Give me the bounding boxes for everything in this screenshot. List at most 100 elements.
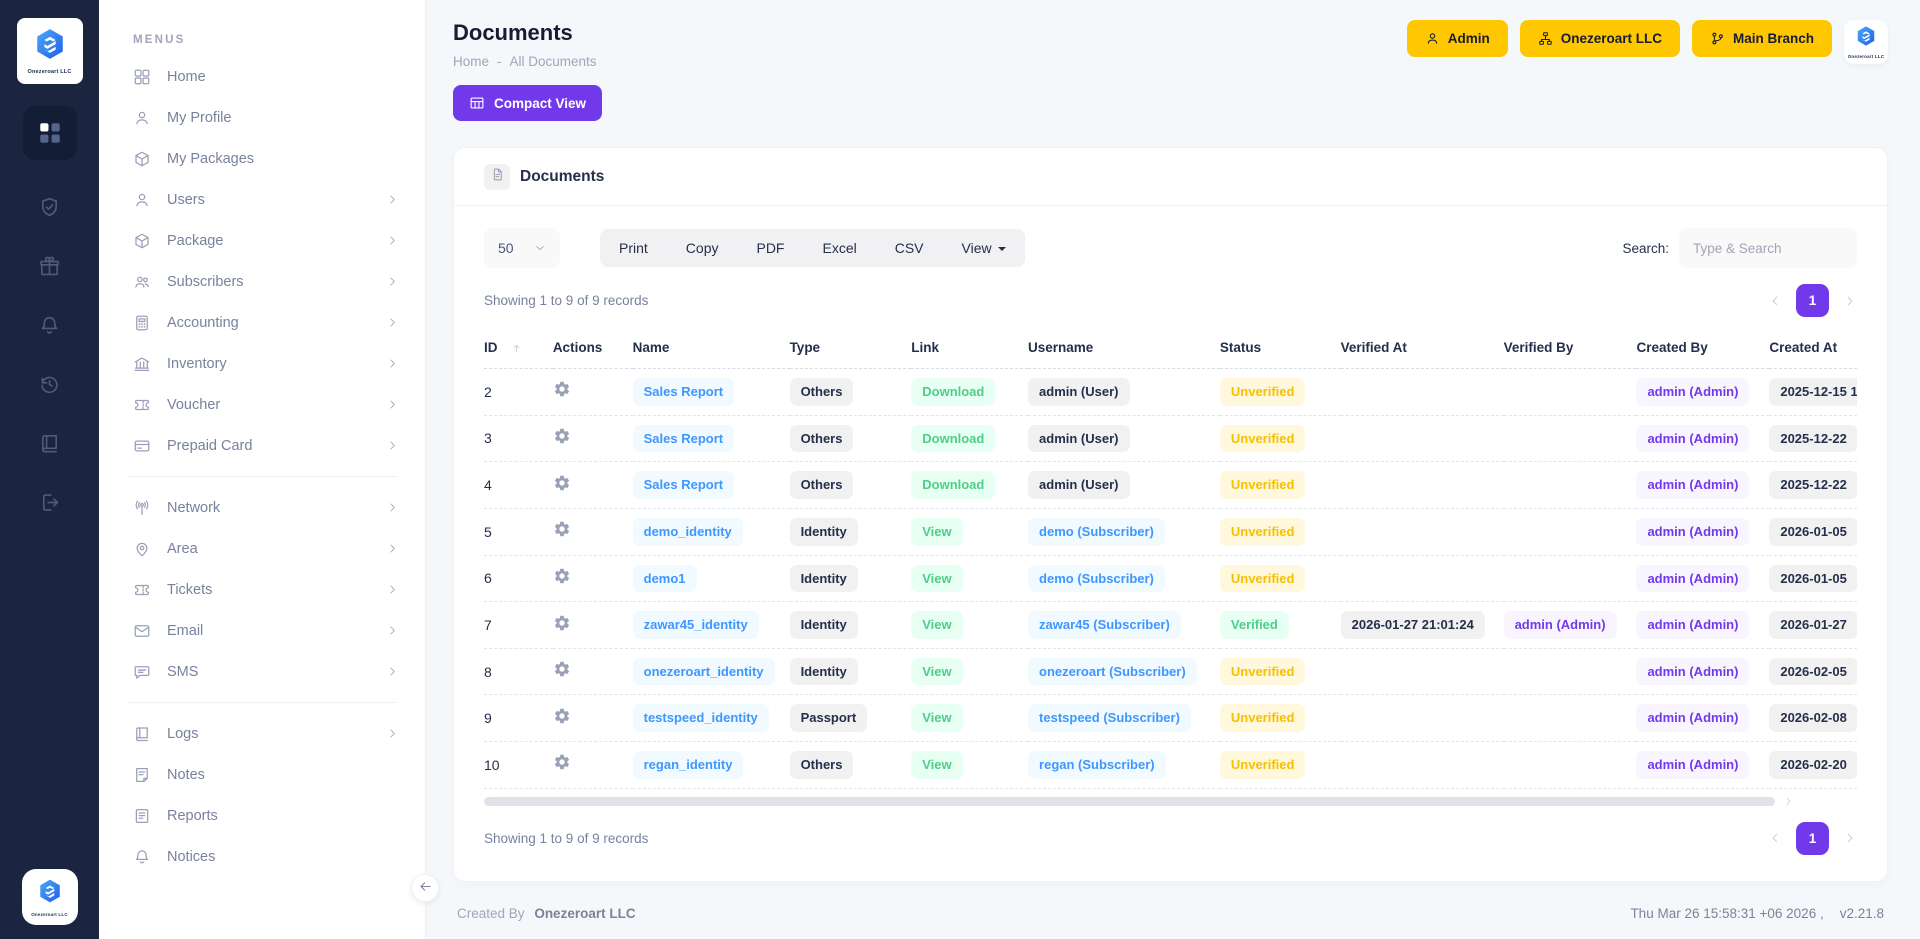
created-by-badge: admin (Admin) [1636, 564, 1750, 593]
excel-export-button[interactable]: Excel [803, 229, 875, 267]
document-name-link[interactable]: demo_identity [632, 517, 743, 546]
sidebar-item-subscribers[interactable]: Subscribers [99, 261, 425, 302]
username-badge[interactable]: admin (User) [1028, 424, 1130, 453]
document-name-link[interactable]: onezeroart_identity [632, 657, 775, 686]
document-name-link[interactable]: Sales Report [632, 471, 735, 499]
sign-out-icon[interactable] [38, 491, 61, 514]
page-number-button[interactable]: 1 [1796, 821, 1829, 855]
column-header-verified-at[interactable]: Verified At [1340, 327, 1504, 369]
view-link[interactable]: View [911, 704, 963, 733]
sidebar-item-network[interactable]: Network [99, 487, 425, 528]
column-header-username[interactable]: Username [1028, 327, 1220, 369]
sidebar-item-prepaid-card[interactable]: Prepaid Card [99, 425, 425, 466]
view-link[interactable]: View [911, 751, 963, 779]
scrollbar-thumb[interactable] [484, 796, 1775, 806]
sidebar-item-sms[interactable]: SMS [99, 651, 425, 692]
view-link[interactable]: View [911, 564, 963, 593]
column-header-status[interactable]: Status [1219, 327, 1341, 369]
footer-company-link[interactable]: Onezeroart LLC [534, 906, 635, 921]
gear-icon[interactable] [553, 520, 571, 538]
document-name-link[interactable]: Sales Report [632, 378, 735, 406]
next-page-icon[interactable] [1843, 294, 1857, 308]
pdf-export-button[interactable]: PDF [737, 229, 803, 267]
column-header-type[interactable]: Type [789, 327, 912, 369]
sidebar-item-accounting[interactable]: Accounting [99, 302, 425, 343]
company-logo-bottom[interactable]: Onezeroart LLC [21, 869, 78, 925]
bell-icon[interactable] [38, 314, 61, 337]
view-link[interactable]: View [911, 611, 963, 639]
sidebar-item-area[interactable]: Area [99, 528, 425, 569]
sidebar-item-notes[interactable]: Notes [99, 754, 425, 795]
copy-export-button[interactable]: Copy [667, 229, 738, 267]
page-size-select[interactable]: 50 [484, 228, 560, 268]
download-link[interactable]: Download [911, 378, 996, 406]
sidebar-item-voucher[interactable]: Voucher [99, 384, 425, 425]
view-dropdown-button[interactable]: View [943, 229, 1025, 267]
username-badge[interactable]: testspeed (Subscriber) [1028, 704, 1191, 733]
onezeroart-llc-button[interactable]: Onezeroart LLC [1519, 20, 1680, 57]
next-page-icon[interactable] [1843, 831, 1857, 845]
column-header-actions[interactable]: Actions [552, 327, 633, 369]
dashboard-icon[interactable] [22, 106, 77, 160]
sidebar-item-my-packages[interactable]: My Packages [99, 138, 425, 179]
sidebar-item-my-profile[interactable]: My Profile [99, 97, 425, 138]
username-badge[interactable]: demo (Subscriber) [1028, 517, 1165, 546]
column-header-created-at[interactable]: Created At [1769, 327, 1857, 369]
sidebar-item-inventory[interactable]: Inventory [99, 343, 425, 384]
username-badge[interactable]: onezeroart (Subscriber) [1028, 657, 1197, 686]
username-badge[interactable]: admin (User) [1028, 471, 1130, 499]
sidebar-collapse-button[interactable] [411, 874, 439, 902]
gift-icon[interactable] [38, 255, 61, 278]
gear-icon[interactable] [553, 427, 571, 445]
username-badge[interactable]: zawar45 (Subscriber) [1028, 611, 1181, 639]
download-link[interactable]: Download [911, 424, 996, 453]
username-badge[interactable]: admin (User) [1028, 378, 1130, 406]
prev-page-icon[interactable] [1768, 831, 1782, 845]
gear-icon[interactable] [553, 474, 571, 492]
breadcrumb-home[interactable]: Home [453, 54, 489, 69]
sidebar-item-reports[interactable]: Reports [99, 795, 425, 836]
column-header-link[interactable]: Link [911, 327, 1029, 369]
gear-icon[interactable] [553, 753, 571, 771]
download-link[interactable]: Download [911, 471, 996, 499]
column-header-name[interactable]: Name [632, 327, 790, 369]
admin-button[interactable]: Admin [1406, 20, 1508, 57]
page-number-button[interactable]: 1 [1796, 284, 1829, 317]
sidebar-item-package[interactable]: Package [99, 220, 425, 261]
print-export-button[interactable]: Print [600, 229, 667, 267]
shield-check-icon[interactable] [38, 196, 61, 219]
header-company-logo[interactable]: Onezeroart LLC [1844, 20, 1888, 64]
scroll-right-icon[interactable] [1783, 796, 1794, 807]
document-name-link[interactable]: testspeed_identity [632, 704, 769, 733]
history-icon[interactable] [38, 373, 61, 396]
sidebar-item-tickets[interactable]: Tickets [99, 569, 425, 610]
view-link[interactable]: View [911, 657, 963, 686]
username-badge[interactable]: regan (Subscriber) [1028, 751, 1166, 779]
document-name-link[interactable]: Sales Report [632, 424, 735, 453]
sidebar-item-home[interactable]: Home [99, 56, 425, 97]
sidebar-item-logs[interactable]: Logs [99, 713, 425, 754]
prev-page-icon[interactable] [1768, 294, 1782, 308]
document-name-link[interactable]: demo1 [632, 564, 697, 593]
gear-icon[interactable] [553, 660, 571, 678]
gear-icon[interactable] [553, 380, 571, 398]
document-name-link[interactable]: zawar45_identity [632, 611, 759, 639]
column-header-created-by[interactable]: Created By [1636, 327, 1770, 369]
document-name-link[interactable]: regan_identity [632, 751, 744, 779]
username-badge[interactable]: demo (Subscriber) [1028, 564, 1165, 593]
gear-icon[interactable] [553, 567, 571, 585]
company-logo[interactable]: Onezeroart LLC [16, 18, 83, 84]
gear-icon[interactable] [553, 707, 571, 725]
sidebar-item-email[interactable]: Email [99, 610, 425, 651]
column-header-id[interactable]: ID [484, 327, 553, 369]
sidebar-item-users[interactable]: Users [99, 179, 425, 220]
column-header-verified-by[interactable]: Verified By [1503, 327, 1637, 369]
compact-view-button[interactable]: Compact View [453, 85, 603, 121]
search-input[interactable] [1679, 228, 1857, 268]
main-branch-button[interactable]: Main Branch [1691, 20, 1832, 57]
gear-icon[interactable] [553, 614, 571, 632]
csv-export-button[interactable]: CSV [876, 229, 943, 267]
ledger-icon[interactable] [38, 432, 61, 455]
sidebar-item-notices[interactable]: Notices [99, 836, 425, 877]
view-link[interactable]: View [911, 517, 963, 546]
